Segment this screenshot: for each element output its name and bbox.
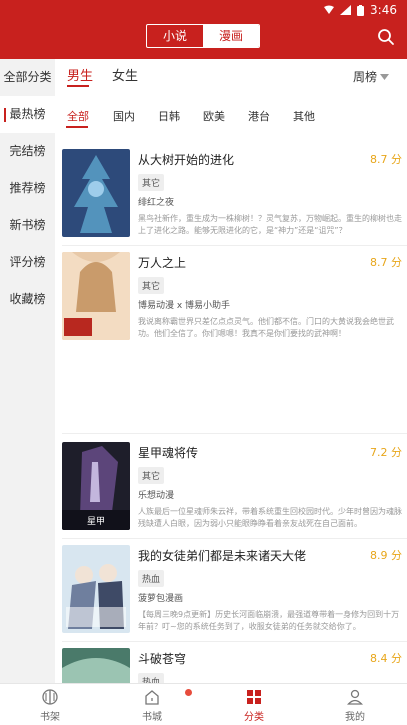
rank-period-label: 周榜 xyxy=(352,70,377,84)
wifi-icon xyxy=(340,5,352,15)
category-grid-icon xyxy=(247,690,261,704)
nav-bookstore[interactable]: 书城 xyxy=(122,688,182,723)
user-icon xyxy=(347,689,363,705)
book-item[interactable]: 星甲 星甲魂将传 7.2 分 其它 乐想动漫 人族最后一位星魂师朱云祥，带着系统… xyxy=(62,442,402,532)
book-description: 我说离称霸世界只差亿点点灵气。他们都不信。门口的大黄说我会绝世武功。他们全信了。… xyxy=(138,317,394,338)
nav-category[interactable]: 分类 xyxy=(224,688,284,723)
book-tag: 其它 xyxy=(138,467,165,484)
content-type-switch: 小说 漫画 xyxy=(146,24,260,48)
book-score: 8.7 分 xyxy=(370,153,402,166)
book-title: 万人之上 xyxy=(138,256,187,270)
bookstore-icon xyxy=(145,690,159,705)
book-cover xyxy=(62,252,130,340)
battery-icon xyxy=(357,4,365,16)
book-tag: 热血 xyxy=(138,673,165,683)
book-cover: 星甲 xyxy=(62,442,130,530)
divider xyxy=(62,245,407,246)
svg-text:星甲: 星甲 xyxy=(87,516,105,527)
divider xyxy=(62,433,407,434)
book-cover xyxy=(62,149,130,237)
category-jpkr[interactable]: 日韩 xyxy=(158,108,180,124)
category-domestic[interactable]: 国内 xyxy=(113,108,135,124)
book-author: 菠萝包漫画 xyxy=(138,594,184,604)
nav-bookshelf[interactable]: 书架 xyxy=(20,688,80,723)
category-tab-indicator xyxy=(66,126,88,128)
sidebar-item-hot[interactable]: 最热榜 xyxy=(0,96,55,133)
sidebar-item-finished[interactable]: 完结榜 xyxy=(0,133,55,170)
segment-comic[interactable]: 漫画 xyxy=(203,25,259,47)
book-score: 8.9 分 xyxy=(370,549,402,562)
nav-bookshelf-label: 书架 xyxy=(40,712,60,723)
nav-bookstore-label: 书城 xyxy=(142,712,162,723)
caret-down-icon xyxy=(380,73,389,80)
category-other[interactable]: 其他 xyxy=(293,108,315,124)
book-score: 8.4 分 xyxy=(370,652,402,665)
book-item[interactable]: 从大树开始的进化 8.7 分 其它 绯红之夜 黑鸟社新作，重生成为一株柳树！？灵… xyxy=(62,149,402,239)
category-western[interactable]: 欧美 xyxy=(203,108,225,124)
sidebar-item-new[interactable]: 新书榜 xyxy=(0,207,55,244)
sidebar-item-all[interactable]: 全部分类 xyxy=(0,59,55,96)
category-hktw[interactable]: 港台 xyxy=(248,108,270,124)
category-all[interactable]: 全部 xyxy=(67,108,89,124)
book-description: 人族最后一位星魂师朱云祥，带着系统重生回校园时代。少年时曾因为魂脉残缺遭人白眼，… xyxy=(138,507,402,528)
book-item[interactable]: 万人之上 8.7 分 其它 博易动漫 x 博易小助手 我说离称霸世界只差亿点点灵… xyxy=(62,252,402,342)
sidebar-item-recommended[interactable]: 推荐榜 xyxy=(0,170,55,207)
book-cover xyxy=(62,545,130,633)
book-tag: 其它 xyxy=(138,174,165,191)
bookshelf-icon xyxy=(42,689,58,705)
book-title: 斗破苍穹 xyxy=(138,652,187,666)
book-title: 我的女徒弟们都是未来诸天大佬 xyxy=(138,549,307,563)
tab-female[interactable]: 女生 xyxy=(112,65,138,84)
sidebar-item-favorites[interactable]: 收藏榜 xyxy=(0,281,55,318)
book-description: 黑鸟社新作，重生成为一株柳树！？灵气复苏，万物崛起。重生的柳树也走上了进化之路。… xyxy=(138,214,402,235)
status-time: 3:46 xyxy=(370,3,397,17)
book-score: 7.2 分 xyxy=(370,446,402,459)
divider xyxy=(62,641,407,642)
divider xyxy=(62,538,407,539)
book-author: 绯红之夜 xyxy=(138,198,175,208)
gender-tab-indicator xyxy=(67,85,89,87)
book-tag: 热血 xyxy=(138,570,165,587)
book-cover xyxy=(62,648,130,683)
segment-novel[interactable]: 小说 xyxy=(147,25,203,47)
nav-profile-label: 我的 xyxy=(345,712,365,723)
book-title: 星甲魂将传 xyxy=(138,446,199,460)
nav-category-label: 分类 xyxy=(244,712,264,723)
rank-period-dropdown[interactable]: 周榜 xyxy=(353,68,389,85)
book-title: 从大树开始的进化 xyxy=(138,153,235,167)
status-bar: 3:46 xyxy=(0,0,407,20)
book-description: 【每周三晚9点更新】历史长河面临崩溃，最强道尊带着一身修为回到十万年前？叮~您的… xyxy=(138,610,400,631)
book-author: 乐想动漫 xyxy=(138,491,175,501)
tab-male[interactable]: 男生 xyxy=(67,65,93,84)
book-tag: 其它 xyxy=(138,277,165,294)
ranking-sidebar: 全部分类 最热榜 完结榜 推荐榜 新书榜 评分榜 收藏榜 xyxy=(0,59,55,683)
app-header: 3:46 小说 漫画 xyxy=(0,0,407,59)
book-author: 博易动漫 x 博易小助手 xyxy=(138,301,231,311)
bottom-navigation: 书架 书城 分类 我的 xyxy=(0,683,407,725)
signal-icon xyxy=(324,5,335,14)
nav-profile[interactable]: 我的 xyxy=(325,688,385,723)
search-icon[interactable] xyxy=(377,28,395,46)
book-item[interactable]: 我的女徒弟们都是未来诸天大佬 8.9 分 热血 菠萝包漫画 【每周三晚9点更新】… xyxy=(62,545,402,635)
book-score: 8.7 分 xyxy=(370,256,402,269)
notification-dot xyxy=(185,689,192,696)
sidebar-item-rating[interactable]: 评分榜 xyxy=(0,244,55,281)
book-item[interactable]: 斗破苍穹 8.4 分 热血 xyxy=(62,648,402,683)
